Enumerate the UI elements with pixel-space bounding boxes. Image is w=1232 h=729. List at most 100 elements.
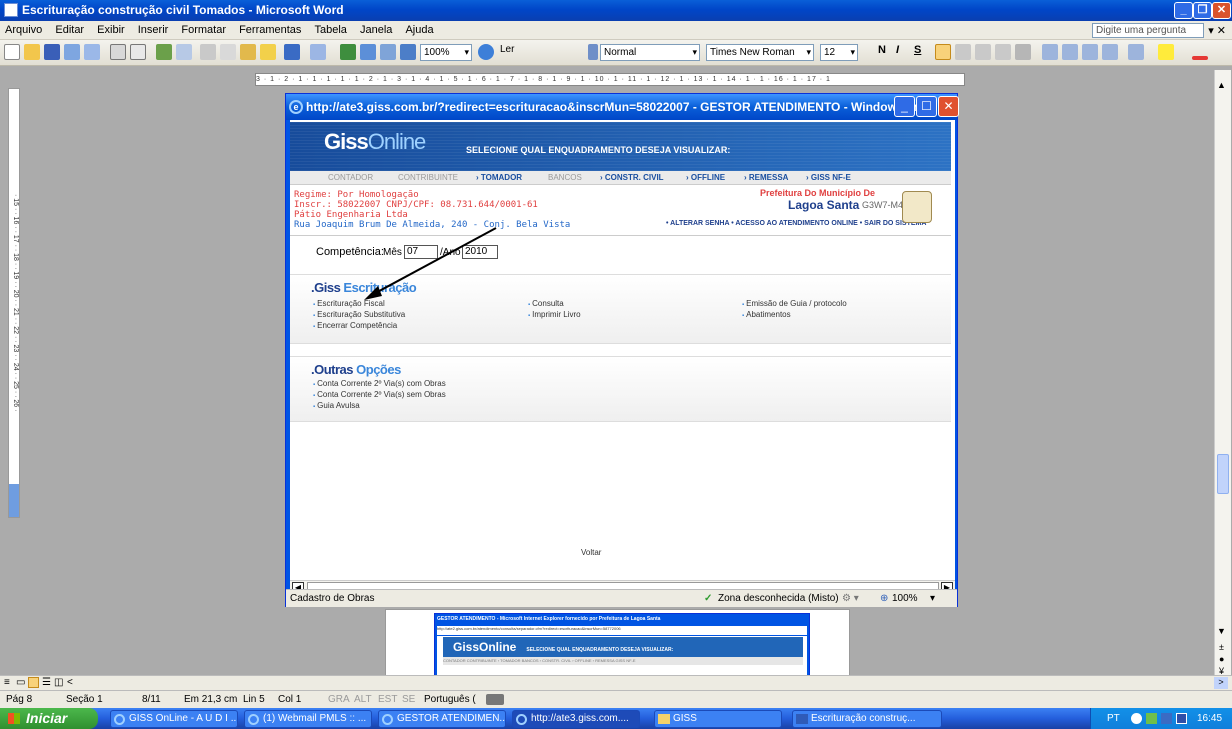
columns-icon[interactable] [400,44,416,60]
spelling-status-icon[interactable] [486,694,504,705]
clock[interactable]: 16:45 [1197,708,1222,729]
minimize-button[interactable]: _ [1174,2,1193,19]
line-spacing-icon[interactable] [1015,44,1031,60]
ask-question-input[interactable]: Digite uma pergunta [1092,23,1204,38]
zoom-select[interactable]: 100% [420,44,472,61]
prev-page-icon[interactable]: ± [1219,642,1224,652]
ie-title-bar[interactable]: e http://ate3.giss.com.br/?redirect=escr… [286,94,957,120]
italic-button[interactable]: I [896,44,899,56]
ie-maximize-button[interactable]: ☐ [916,96,937,117]
link-abatimentos[interactable]: Abatimentos [742,310,790,319]
outline-view-icon[interactable]: ☰ [42,677,51,688]
zoom-dropdown-icon[interactable]: ▾ [930,590,935,607]
bold-button[interactable]: N [878,44,886,56]
language-indicator[interactable]: PT [1107,708,1120,729]
open-icon[interactable] [24,44,40,60]
task-webmail[interactable]: (1) Webmail PMLS :: ... [244,710,372,728]
link-consulta[interactable]: Consulta [528,299,564,308]
task-giss-online[interactable]: GISS OnLine - A U D I ... [110,710,238,728]
nav-tomador[interactable]: › TOMADOR [476,171,522,185]
copy-icon[interactable] [220,44,236,60]
menu-inserir[interactable]: Inserir [133,21,174,36]
task-giss-folder[interactable]: GISS [654,710,782,728]
scroll-thumb[interactable] [1217,454,1229,494]
link-encerrar-competencia[interactable]: Encerrar Competência [313,321,397,330]
nav-remessa[interactable]: › REMESSA [744,171,788,185]
new-icon[interactable] [4,44,20,60]
numbering-icon[interactable] [1042,44,1058,60]
nav-bancos[interactable]: BANCOS [548,171,582,185]
vertical-ruler[interactable]: · 15 · · 16 · · 17 · · 18 · · 19 · · 20 … [8,88,20,518]
scroll-up-icon[interactable]: ▲ [1217,80,1226,90]
menu-tabela[interactable]: Tabela [309,21,351,36]
hscroll-right-icon[interactable]: > [1214,677,1228,689]
justify-icon[interactable] [995,44,1011,60]
undo-icon[interactable] [284,44,300,60]
tray-icon-1[interactable] [1131,713,1142,724]
browse-object-icon[interactable]: ● [1219,654,1224,664]
close-button[interactable]: ✕ [1212,2,1231,19]
tray-icon-3[interactable] [1161,713,1172,724]
menu-arquivo[interactable]: Arquivo [0,21,47,36]
format-painter-icon[interactable] [260,44,276,60]
spelling-icon[interactable] [156,44,172,60]
email-icon[interactable] [84,44,100,60]
account-links[interactable]: • ALTERAR SENHA • ACESSO AO ATENDIMENTO … [666,220,926,227]
print-icon[interactable] [110,44,126,60]
read-button[interactable]: Ler [500,44,514,55]
increase-indent-icon[interactable] [1102,44,1118,60]
link-conta-sem-obras[interactable]: Conta Corrente 2º Via(s) sem Obras [313,390,446,399]
font-select[interactable]: Times New Roman [706,44,814,61]
font-size-select[interactable]: 12 [820,44,858,61]
align-left-icon[interactable] [935,44,951,60]
menu-ajuda[interactable]: Ajuda [400,21,438,36]
link-imprimir-livro[interactable]: Imprimir Livro [528,310,580,319]
link-emissao-guia[interactable]: Emissão de Guia / protocolo [742,299,847,308]
ie-minimize-button[interactable]: _ [894,96,915,117]
insert-table-icon[interactable] [380,44,396,60]
tray-icon-2[interactable] [1146,713,1157,724]
link-escrituracao-substitutiva[interactable]: Escrituração Substitutiva [313,310,405,319]
cut-icon[interactable] [200,44,216,60]
menu-janela[interactable]: Janela [355,21,397,36]
print-preview-icon[interactable] [130,44,146,60]
styles-pane-icon[interactable] [588,44,598,60]
task-word-doc[interactable]: Escrituração construç... [792,710,942,728]
reading-view-icon[interactable]: ◫ [54,677,63,688]
horizontal-ruler[interactable]: 3 · 1 · 2 · 1 · 1 · 1 · 1 · 1 · 2 · 1 · … [0,70,1232,88]
protected-mode-icon[interactable]: ⚙ ▾ [842,590,859,607]
permission-icon[interactable] [64,44,80,60]
close-doc-icon[interactable]: ▾ ✕ [1208,24,1226,37]
paste-icon[interactable] [240,44,256,60]
border-icon[interactable] [1128,44,1144,60]
bullets-icon[interactable] [1062,44,1078,60]
zoom-icon[interactable]: ⊕ [880,590,888,607]
nav-giss-nfe[interactable]: › GISS NF-E [806,171,851,185]
nav-offline[interactable]: › OFFLINE [686,171,725,185]
decrease-indent-icon[interactable] [1082,44,1098,60]
restore-button[interactable]: ❐ [1193,2,1212,19]
hyperlink-icon[interactable] [340,44,356,60]
ie-window[interactable]: e http://ate3.giss.com.br/?redirect=escr… [285,93,959,607]
menu-ferramentas[interactable]: Ferramentas [234,21,306,36]
link-conta-com-obras[interactable]: Conta Corrente 2º Via(s) com Obras [313,379,446,388]
tray-icon-4[interactable] [1176,713,1187,724]
menu-exibir[interactable]: Exibir [92,21,130,36]
normal-view-icon[interactable]: ≡ [4,677,10,688]
hscroll-left-icon[interactable]: < [67,677,73,688]
web-view-icon[interactable]: ▭ [16,677,25,688]
document-scrollbar[interactable]: ▲ ▼ ± ● ¥ [1214,70,1231,680]
link-guia-avulsa[interactable]: Guia Avulsa [313,401,360,410]
redo-icon[interactable] [310,44,326,60]
menu-formatar[interactable]: Formatar [176,21,231,36]
start-button[interactable]: Iniciar [0,708,98,729]
voltar-link[interactable]: Voltar [581,548,601,557]
style-select[interactable]: Normal [600,44,700,61]
help-icon[interactable] [478,44,494,60]
nav-constr-civil[interactable]: › CONSTR. CIVIL [600,171,664,185]
underline-button[interactable]: S [914,44,921,56]
word-title-bar[interactable]: Escrituração construção civil Tomados - … [0,0,1232,21]
highlight-icon[interactable] [1158,44,1174,60]
tables-icon[interactable] [360,44,376,60]
research-icon[interactable] [176,44,192,60]
